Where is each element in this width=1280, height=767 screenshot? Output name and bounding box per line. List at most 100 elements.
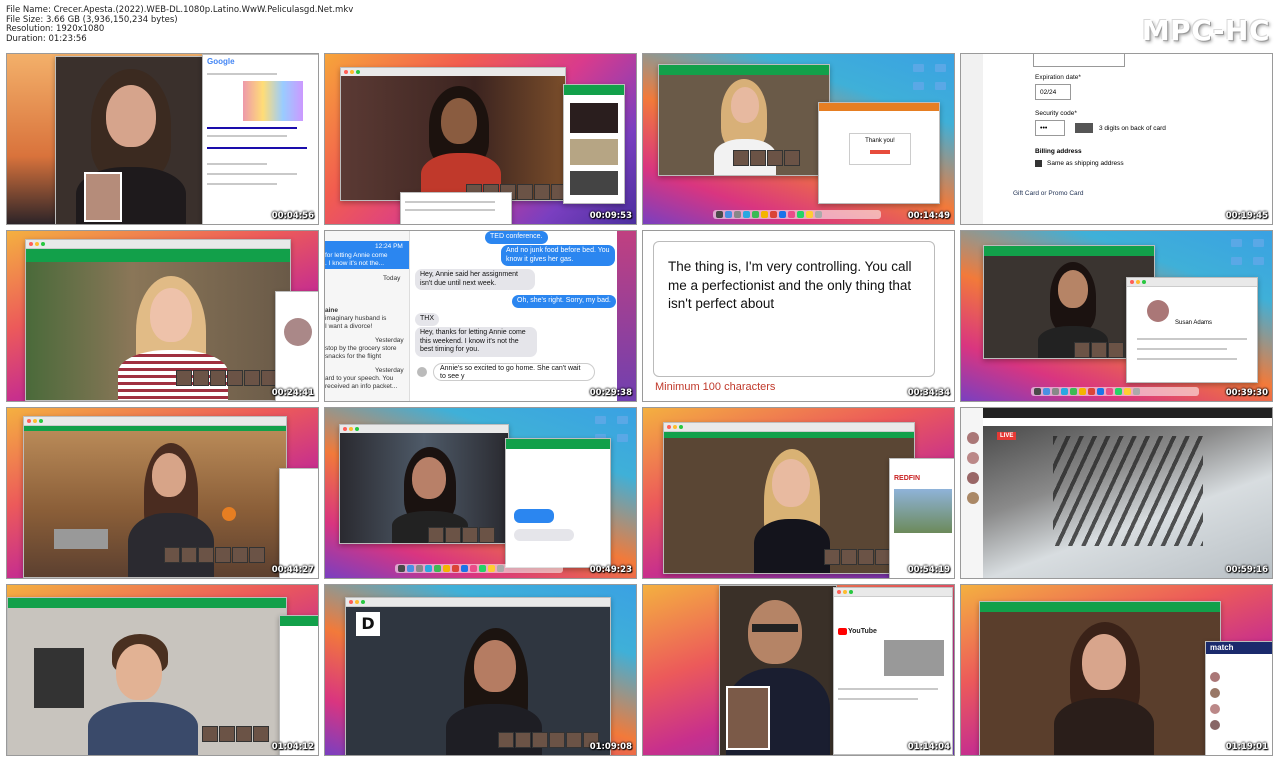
youtube-logo: YouTube xyxy=(848,628,877,635)
timestamp: 00:39:30 xyxy=(1225,388,1268,398)
self-view xyxy=(84,172,122,222)
timestamp: 01:19:01 xyxy=(1225,742,1268,752)
sidebar-preview: ard to your speech. You xyxy=(325,375,394,382)
video-call-window xyxy=(55,56,207,224)
timestamp: 01:14:04 xyxy=(907,742,950,752)
timestamp: 01:09:08 xyxy=(589,742,632,752)
browser-window: REDFIN xyxy=(889,458,954,578)
sidebar-preview: for letting Annie come xyxy=(325,252,388,259)
video-call-window xyxy=(719,585,837,755)
video-call-window xyxy=(339,424,509,544)
timestamp: 00:34:34 xyxy=(907,388,950,398)
chat-window xyxy=(279,615,318,755)
google-logo: Google xyxy=(207,57,235,66)
timestamp: 00:24:41 xyxy=(271,388,314,398)
thumbnail-3[interactable]: Thank you! 00:14:49 xyxy=(642,53,955,225)
live-video: LIVE xyxy=(983,426,1272,578)
card-icon xyxy=(1075,123,1093,133)
thumbnail-16[interactable]: match 01:19:01 xyxy=(960,584,1273,756)
video-call-window xyxy=(7,597,287,755)
video-call-window xyxy=(979,601,1221,755)
browser-window: YouTube xyxy=(833,587,953,755)
dock xyxy=(1031,387,1199,396)
thumbnail-15[interactable]: YouTube 01:14:04 xyxy=(642,584,955,756)
thumbnail-5[interactable]: 00:24:41 xyxy=(6,230,319,402)
sidebar-date: Yesterday xyxy=(375,367,404,374)
match-window: match xyxy=(1205,641,1272,755)
sidebar-preview: received an info packet... xyxy=(325,383,398,390)
file-info: File Name: Crecer.Apesta.(2022).WEB-DL.1… xyxy=(6,5,353,44)
browser-window: Thank you! xyxy=(818,102,940,204)
duration: Duration: 01:23:56 xyxy=(6,33,87,44)
chat-window xyxy=(563,84,625,204)
profile-name: Susan Adams xyxy=(1175,320,1213,326)
thumbnail-10[interactable]: 00:49:23 xyxy=(324,407,637,579)
sidebar-preview: imaginary husband is xyxy=(325,315,387,322)
essay-textarea[interactable]: The thing is, I'm very controlling. You … xyxy=(653,241,935,377)
timestamp: 00:19:45 xyxy=(1225,211,1268,221)
essay-text: The thing is, I'm very controlling. You … xyxy=(668,259,912,311)
redfin-logo: REDFIN xyxy=(894,475,921,482)
same-address-label: Same as shipping address xyxy=(1047,160,1124,167)
sidebar-preview: stop by the grocery store xyxy=(325,345,397,352)
thumbnail-12[interactable]: LIVE 00:59:16 xyxy=(960,407,1273,579)
expiration-input[interactable]: 02/24 xyxy=(1035,84,1071,100)
security-input[interactable]: ••• xyxy=(1035,120,1065,136)
video-call-window xyxy=(23,416,287,578)
character-warning: Minimum 100 characters xyxy=(655,381,776,393)
thumbnail-grid: Google 00:04:56 00:09:53 Thank you! 00:1… xyxy=(6,53,1273,756)
timestamp: 00:59:16 xyxy=(1225,565,1268,575)
sidebar-date: Today xyxy=(383,275,401,282)
timestamp: 00:04:56 xyxy=(271,211,314,221)
sidebar-time: 12:24 PM xyxy=(375,243,403,250)
sidebar-date: Yesterday xyxy=(375,337,404,344)
thumbnail-4[interactable]: Expiration date* 02/24 Security code* ••… xyxy=(960,53,1273,225)
timestamp: 01:04:12 xyxy=(271,742,314,752)
timestamp: 00:29:38 xyxy=(589,388,632,398)
thumbnail-9[interactable]: 00:44:27 xyxy=(6,407,319,579)
message-bubble: Oh, she's right. Sorry, my bad. xyxy=(512,295,616,308)
dock xyxy=(713,210,881,219)
thumbnail-2[interactable]: 00:09:53 xyxy=(324,53,637,225)
video-call-window: D xyxy=(345,597,611,755)
live-badge: LIVE xyxy=(997,432,1017,440)
timestamp: 00:14:49 xyxy=(907,211,950,221)
thumbnail-7[interactable]: The thing is, I'm very controlling. You … xyxy=(642,230,955,402)
message-input[interactable]: Annie's so excited to go home. She can't… xyxy=(433,363,595,381)
thumbnail-13[interactable]: 01:04:12 xyxy=(6,584,319,756)
thumbnail-8[interactable]: Susan Adams 00:39:30 xyxy=(960,230,1273,402)
message-bubble: And no junk food before bed. You know it… xyxy=(501,245,615,266)
app-store-icon[interactable] xyxy=(417,367,427,377)
billing-label: Billing address xyxy=(1035,148,1082,155)
expiration-label: Expiration date* xyxy=(1035,74,1081,81)
timestamp: 00:54:19 xyxy=(907,565,950,575)
security-hint: 3 digits on back of card xyxy=(1099,125,1166,132)
sidebar-preview: snacks for the flight xyxy=(325,353,381,360)
video-call-window xyxy=(25,239,291,401)
sidebar-preview: . I know it's not the... xyxy=(325,260,385,267)
timestamp: 00:49:23 xyxy=(589,565,632,575)
security-label: Security code* xyxy=(1035,110,1077,117)
chat-window xyxy=(279,468,318,578)
messages-sidebar: 12:24 PM for letting Annie come . I know… xyxy=(325,231,410,401)
timestamp: 00:44:27 xyxy=(271,565,314,575)
thumbnail-1[interactable]: Google 00:04:56 xyxy=(6,53,319,225)
thumbnail-6[interactable]: 12:24 PM for letting Annie come . I know… xyxy=(324,230,637,402)
message-bubble: THX xyxy=(415,313,439,326)
message-bubble: TED conference. xyxy=(485,231,548,244)
video-call-window xyxy=(340,67,567,201)
message-bubble: Hey, thanks for letting Annie come this … xyxy=(415,327,537,357)
dock xyxy=(395,564,563,573)
chat-window xyxy=(275,291,318,401)
sidebar-preview: I want a divorce! xyxy=(325,323,373,330)
thank-you-dialog: Thank you! xyxy=(865,138,895,144)
thumbnail-11[interactable]: REDFIN 00:54:19 xyxy=(642,407,955,579)
file-window xyxy=(400,192,512,224)
same-address-checkbox[interactable] xyxy=(1035,160,1042,167)
sidebar-name: aine xyxy=(325,307,339,314)
thumbnail-14[interactable]: D 01:09:08 xyxy=(324,584,637,756)
gift-card-link[interactable]: Gift Card or Promo Card xyxy=(1013,190,1083,197)
video-call-window xyxy=(663,422,915,574)
browser-window: Google xyxy=(202,54,318,224)
message-bubble: Hey, Annie said her assignment isn't due… xyxy=(415,269,535,290)
